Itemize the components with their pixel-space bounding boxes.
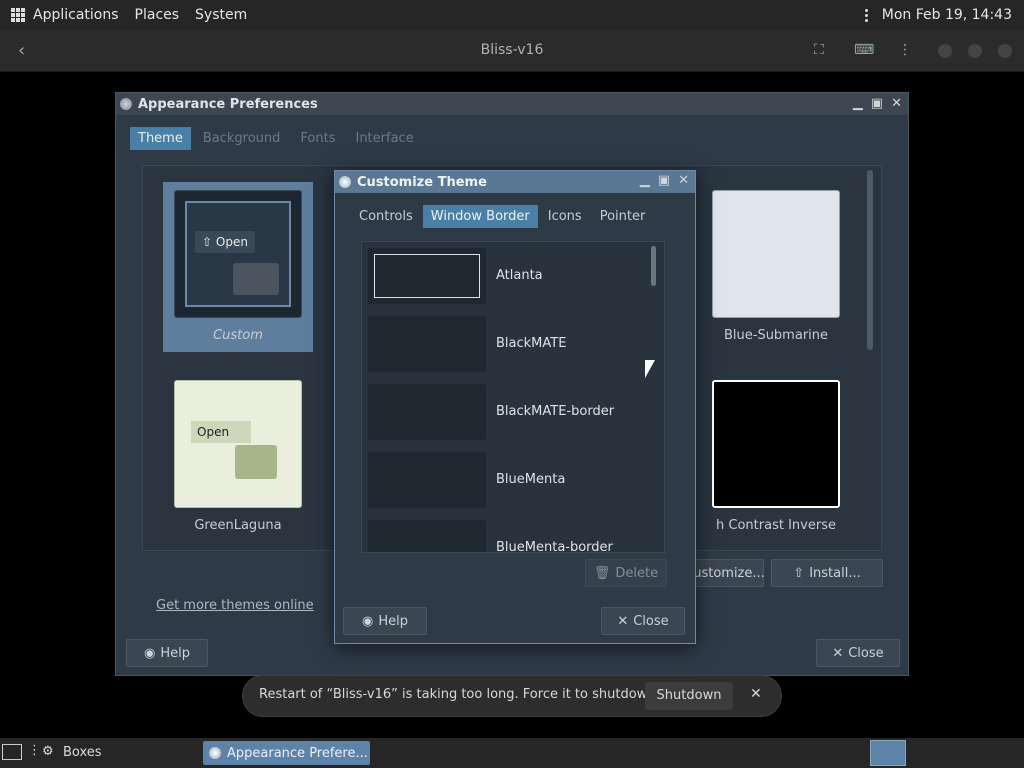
border-preview: [368, 384, 486, 440]
boxes-headerbar: ‹ Bliss-v16 ⛶ ⌨ ⋮: [0, 30, 1024, 72]
border-preview: [368, 452, 486, 508]
boxes-task[interactable]: Boxes: [63, 745, 102, 760]
app-icon: [120, 98, 132, 110]
menu-applications[interactable]: Applications: [33, 7, 119, 23]
workspace-switcher[interactable]: [870, 740, 906, 766]
keyboard-icon[interactable]: ⌨: [854, 42, 874, 58]
open-preview-button: Open: [191, 421, 251, 443]
mouse-pointer-icon: [645, 360, 655, 378]
open-preview-button: ⇧ Open: [195, 231, 255, 253]
apps-grid-icon[interactable]: [11, 8, 25, 22]
boxes-app-icon: ⚙: [42, 744, 54, 759]
list-item[interactable]: BlackMATE: [368, 314, 638, 374]
minimize-icon[interactable]: ▁: [640, 173, 650, 188]
menu-system[interactable]: System: [195, 7, 247, 23]
close-x-icon: ✕: [832, 645, 844, 661]
tab-fonts[interactable]: Fonts: [292, 127, 343, 150]
window-title: Appearance Preferences: [138, 96, 318, 112]
list-item[interactable]: Atlanta: [368, 246, 638, 306]
theme-custom[interactable]: ⇧ Open Custom: [163, 182, 313, 352]
close-button[interactable]: ✕ Close: [816, 639, 900, 667]
theme-name: GreenLaguna: [194, 518, 282, 533]
list-item[interactable]: BlackMATE-border: [368, 382, 638, 442]
top-panel: Applications Places System Mon Feb 19, 1…: [0, 0, 1024, 30]
trash-icon: 🗑: [593, 565, 611, 581]
clock[interactable]: Mon Feb 19, 14:43: [882, 7, 1012, 23]
dismiss-icon[interactable]: ✕: [750, 686, 762, 702]
maximize-icon[interactable]: ▣: [658, 173, 670, 188]
folder-icon: [233, 263, 279, 295]
more-menu-icon[interactable]: ⋮: [898, 42, 912, 58]
menu-places[interactable]: Places: [135, 7, 180, 23]
titlebar[interactable]: Appearance Preferences: [116, 93, 908, 115]
theme-preview: [712, 380, 840, 508]
maximize-window-icon[interactable]: [968, 44, 982, 58]
help-icon: ◉: [362, 613, 374, 629]
dialog-help-button[interactable]: ◉ Help: [343, 607, 427, 635]
show-desktop-icon[interactable]: [2, 744, 22, 760]
theme-high-contrast-inverse[interactable]: h Contrast Inverse: [701, 372, 851, 542]
maximize-icon[interactable]: ▣: [871, 96, 883, 111]
customize-theme-dialog: Customize Theme ▁ ▣ ✕ Controls Window Bo…: [334, 170, 696, 644]
help-button[interactable]: ◉ Help: [126, 639, 208, 667]
theme-preview: [712, 190, 840, 318]
theme-preview: Open: [174, 380, 302, 508]
theme-name: Blue-Submarine: [723, 328, 829, 343]
customize-button[interactable]: ustomize...: [693, 559, 765, 587]
app-icon: [339, 176, 351, 188]
install-button[interactable]: ⇧ Install...: [771, 559, 883, 587]
tab-pointer[interactable]: Pointer: [592, 205, 654, 228]
tab-controls[interactable]: Controls: [351, 205, 421, 228]
tab-interface[interactable]: Interface: [347, 127, 421, 150]
theme-name: h Contrast Inverse: [716, 518, 836, 533]
dialog-title: Customize Theme: [357, 174, 487, 190]
close-window-icon[interactable]: [998, 44, 1012, 58]
folder-icon: [235, 445, 277, 479]
appearance-task[interactable]: Appearance Prefere...: [203, 741, 370, 765]
theme-greenlaguna[interactable]: Open GreenLaguna: [163, 372, 313, 542]
border-preview: [368, 520, 486, 552]
notification-message: Restart of “Bliss-v16” is taking too lon…: [259, 687, 663, 702]
get-more-themes-link[interactable]: Get more themes online: [156, 598, 314, 613]
close-icon[interactable]: ✕: [891, 96, 902, 111]
bottom-panel: ⋮ ⚙ Boxes Appearance Prefere...: [0, 738, 1024, 768]
border-preview: [368, 248, 486, 304]
theme-blue-submarine[interactable]: Blue-Submarine: [701, 182, 851, 352]
upload-icon: ⇧: [793, 565, 805, 581]
tab-theme[interactable]: Theme: [130, 127, 191, 150]
tab-icons[interactable]: Icons: [540, 205, 590, 228]
minimize-window-icon[interactable]: [938, 44, 952, 58]
window-border-list: Atlanta BlackMATE BlackMATE-border BlueM…: [361, 241, 665, 553]
tab-background[interactable]: Background: [195, 127, 289, 150]
panel-menu-icon[interactable]: [864, 8, 868, 22]
gallery-scrollbar[interactable]: [867, 170, 873, 350]
handle-icon[interactable]: ⋮: [28, 743, 41, 758]
dialog-close-button[interactable]: ✕ Close: [601, 607, 685, 635]
list-scrollbar[interactable]: [651, 246, 656, 286]
delete-button[interactable]: 🗑 Delete: [585, 559, 667, 587]
fullscreen-icon[interactable]: ⛶: [814, 42, 824, 58]
shutdown-notification: Restart of “Bliss-v16” is taking too lon…: [242, 675, 782, 717]
help-icon: ◉: [144, 645, 156, 661]
theme-preview: ⇧ Open: [174, 190, 302, 318]
shutdown-button[interactable]: Shutdown: [645, 682, 733, 710]
close-x-icon: ✕: [617, 613, 629, 629]
minimize-icon[interactable]: ▁: [853, 96, 863, 111]
app-icon: [209, 747, 221, 759]
list-item[interactable]: BlueMenta-border: [368, 518, 638, 552]
list-item[interactable]: BlueMenta: [368, 450, 638, 510]
close-icon[interactable]: ✕: [678, 173, 689, 188]
theme-name: Custom: [213, 328, 263, 343]
tab-window-border[interactable]: Window Border: [422, 205, 538, 228]
border-preview: [368, 316, 486, 372]
